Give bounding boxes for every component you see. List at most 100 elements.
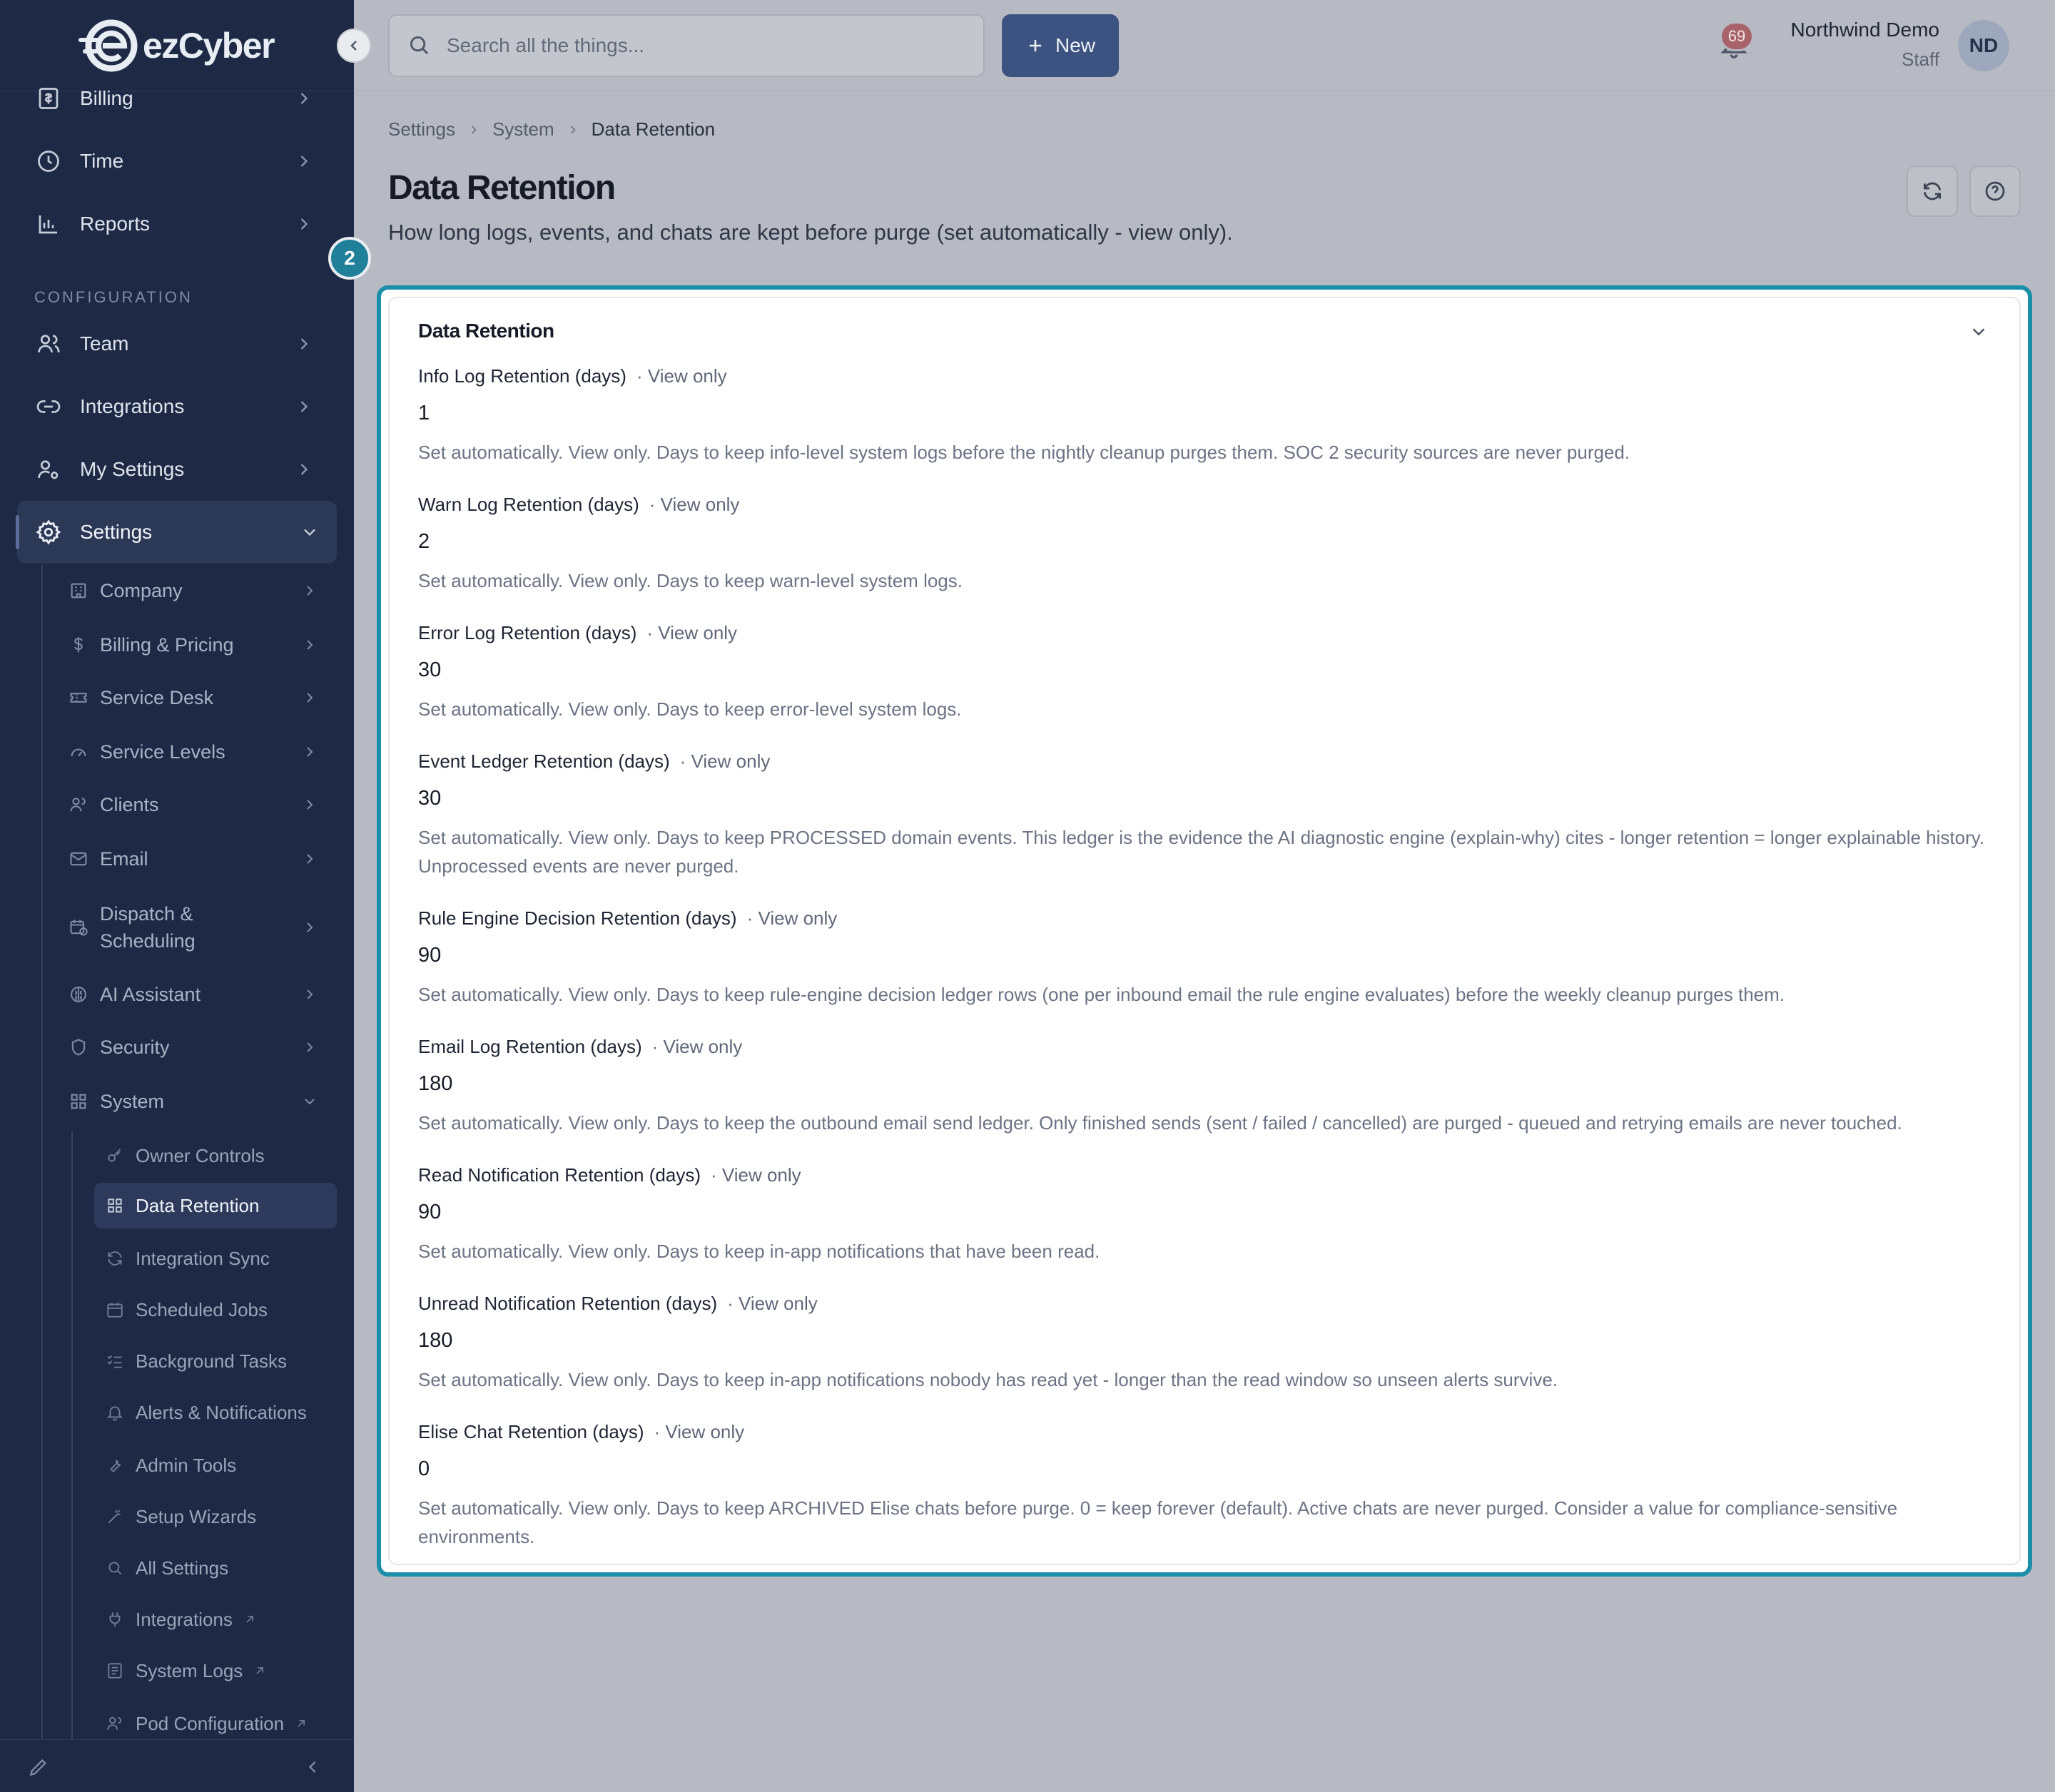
sidebar-item-email[interactable]: Email	[68, 838, 328, 880]
sidebar-item-admin-tools[interactable]: Admin Tools	[94, 1442, 337, 1488]
field-event-ledger-retention: Event Ledger Retention (days) · View only…	[418, 750, 2002, 880]
nav-label: My Settings	[80, 458, 185, 480]
field-help: Set automatically. View only. Days to ke…	[418, 698, 962, 720]
field-info-log-retention: Info Log Retention (days) · View only 1 S…	[418, 365, 2002, 467]
nav-item-reports[interactable]: Reports	[0, 193, 354, 255]
sidebar-item-background-tasks[interactable]: Background Tasks	[94, 1338, 337, 1384]
avatar[interactable]: ND	[1958, 20, 2009, 71]
sidebar-item-data-retention[interactable]: Data Retention	[94, 1183, 337, 1228]
field-label: Elise Chat Retention (days)	[418, 1421, 644, 1442]
chevron-left-icon	[350, 41, 357, 51]
sidebar-item-all-settings[interactable]: All Settings	[94, 1545, 337, 1591]
field-help: Set automatically. View only. Days to ke…	[418, 1369, 1558, 1390]
field-help: Set automatically. View only. Days to ke…	[418, 1241, 1100, 1262]
sidebar-item-label: Admin Tools	[136, 1454, 237, 1476]
view-only-tag: · View only	[710, 1164, 801, 1186]
sidebar-item-label: System	[100, 1090, 165, 1112]
chevron-right-icon	[467, 123, 481, 137]
sidebar-item-dispatch-scheduling[interactable]: Dispatch & Scheduling	[68, 895, 328, 960]
sidebar-item-label: Email	[100, 847, 148, 870]
sidebar-item-security[interactable]: Security	[68, 1026, 328, 1069]
data-retention-card: Data Retention Info Log Retention (days)…	[388, 297, 2021, 1565]
new-button-label: New	[1055, 34, 1095, 56]
user-gear-icon	[34, 455, 63, 484]
sidebar-item-label: Alerts & Notifications	[136, 1401, 307, 1423]
bell-icon	[106, 1403, 124, 1422]
chevron-down-icon	[304, 529, 315, 536]
nav-item-integrations[interactable]: Integrations	[0, 375, 354, 438]
sidebar-item-integration-sync[interactable]: Integration Sync	[94, 1236, 337, 1281]
calendar-icon	[106, 1300, 124, 1319]
calendar-clock-icon	[68, 917, 88, 937]
sidebar-item-scheduled-jobs[interactable]: Scheduled Jobs	[94, 1287, 337, 1333]
chevron-left-icon[interactable]	[303, 1757, 323, 1777]
sidebar-item-system[interactable]: System	[68, 1080, 328, 1123]
field-value: 30	[418, 658, 442, 681]
nav-item-billing[interactable]: Billing	[0, 67, 354, 130]
chevron-down-icon[interactable]	[1968, 321, 1991, 344]
users-icon	[68, 795, 88, 815]
app-logo[interactable]: ezCyber	[77, 19, 275, 73]
search-icon	[407, 33, 432, 58]
mail-icon	[68, 849, 88, 869]
sidebar-item-ai-assistant[interactable]: AI Assistant	[68, 973, 328, 1016]
field-label: Warn Log Retention (days)	[418, 494, 639, 515]
sidebar-item-alerts-notifications[interactable]: Alerts & Notifications	[94, 1390, 337, 1435]
sidebar-item-service-levels[interactable]: Service Levels	[68, 730, 328, 773]
chevron-down-icon	[305, 1099, 315, 1105]
chevron-right-icon	[307, 747, 313, 757]
sidebar-item-billing-pricing[interactable]: Billing & Pricing	[68, 623, 328, 666]
logo-mark-icon	[78, 19, 138, 72]
step-badge: 2	[328, 237, 371, 280]
field-label: Info Log Retention (days)	[418, 365, 626, 387]
pencil-icon[interactable]	[27, 1756, 50, 1778]
field-label: Read Notification Retention (days)	[418, 1164, 701, 1186]
sidebar-item-integrations-external[interactable]: Integrations	[94, 1597, 337, 1642]
breadcrumb-system[interactable]: System	[492, 118, 554, 141]
sidebar-item-setup-wizards[interactable]: Setup Wizards	[94, 1494, 337, 1539]
field-help: Set automatically. View only. Days to ke…	[418, 827, 1985, 877]
sidebar-item-label: Integration Sync	[136, 1247, 270, 1269]
refresh-button[interactable]	[1907, 166, 1958, 217]
nav-item-team[interactable]: Team	[0, 312, 354, 375]
dollar-icon	[68, 635, 88, 655]
system-tree-line	[71, 1131, 73, 1742]
field-label: Email Log Retention (days)	[418, 1036, 642, 1057]
help-button[interactable]	[1969, 166, 2021, 217]
new-button[interactable]: New	[1002, 14, 1119, 77]
view-only-tag: · View only	[649, 494, 740, 515]
view-only-tag: · View only	[646, 622, 738, 643]
clock-icon	[34, 147, 63, 175]
field-value: 30	[418, 787, 442, 810]
sidebar-item-label: Setup Wizards	[136, 1505, 257, 1527]
chevron-right-icon	[307, 800, 313, 810]
sidebar-item-label: Security	[100, 1036, 170, 1058]
view-only-tag: · View only	[746, 907, 838, 929]
collapse-sidebar-button[interactable]	[337, 29, 371, 63]
sidebar-item-label: Dispatch & Scheduling	[100, 900, 196, 954]
sidebar-item-system-logs[interactable]: System Logs	[94, 1648, 337, 1694]
gauge-icon	[68, 742, 88, 762]
field-label: Rule Engine Decision Retention (days)	[418, 907, 737, 929]
sidebar-item-owner-controls[interactable]: Owner Controls	[94, 1133, 337, 1178]
top-bar: New 69 Northwind Demo Staff ND	[354, 0, 2055, 91]
sidebar-item-service-desk[interactable]: Service Desk	[68, 676, 328, 719]
breadcrumb-settings[interactable]: Settings	[388, 118, 455, 141]
nav-item-time[interactable]: Time	[0, 130, 354, 193]
chevron-right-icon	[307, 1042, 313, 1052]
external-link-icon	[253, 1664, 267, 1678]
field-value: 180	[418, 1329, 453, 1352]
nav-label: Time	[80, 150, 124, 172]
building-icon	[68, 581, 88, 601]
sidebar-item-clients[interactable]: Clients	[68, 783, 328, 826]
nav-item-settings[interactable]: Settings	[16, 501, 337, 564]
refresh-icon	[106, 1249, 124, 1268]
dispatch-label-line2: Scheduling	[100, 930, 196, 952]
search-input[interactable]	[447, 34, 946, 57]
field-label: Event Ledger Retention (days)	[418, 750, 670, 772]
sidebar-item-company[interactable]: Company	[68, 569, 328, 612]
chevron-right-icon	[300, 464, 308, 475]
search-icon	[106, 1559, 124, 1577]
search-box[interactable]	[388, 14, 985, 77]
nav-item-my-settings[interactable]: My Settings	[0, 438, 354, 501]
